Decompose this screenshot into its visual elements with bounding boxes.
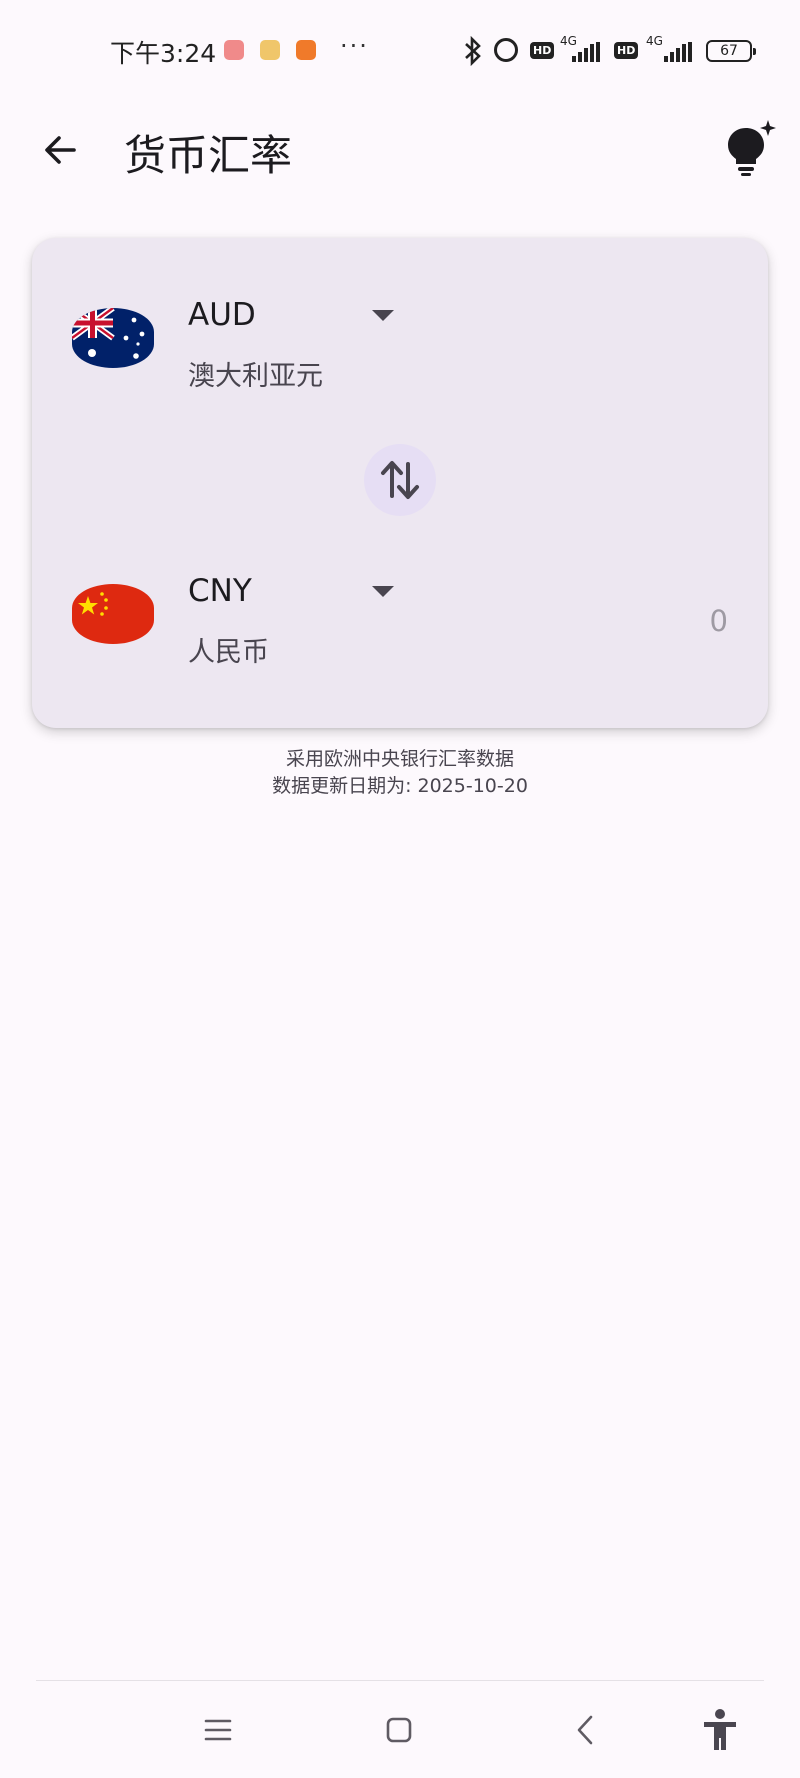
- alarm-icon: [494, 38, 518, 62]
- square-icon: [386, 1717, 412, 1743]
- swap-currencies-button[interactable]: [364, 444, 436, 516]
- tiktok-notification-icon: [224, 40, 244, 60]
- converter-card: AUD 澳大利亚元 CNY 人民币 0: [32, 238, 768, 728]
- battery-icon: 67: [706, 40, 756, 62]
- australia-flag-icon: [72, 308, 154, 368]
- chevron-left-icon: [577, 1715, 593, 1745]
- signal-icon: [664, 42, 692, 62]
- from-currency-select[interactable]: AUD: [188, 288, 428, 342]
- app-notification-icon: [260, 40, 280, 60]
- page-title: 货币汇率: [124, 131, 293, 180]
- home-button[interactable]: [369, 1700, 429, 1760]
- accessibility-icon: [704, 1709, 736, 1750]
- data-update-date-line: 数据更新日期为: 2025-10-20: [272, 775, 528, 797]
- to-currency-name: 人民币: [188, 637, 269, 668]
- app-bar: 货币汇率: [0, 104, 800, 208]
- recent-apps-button[interactable]: [188, 1700, 248, 1760]
- back-button[interactable]: [34, 124, 86, 176]
- to-currency-code: CNY: [188, 573, 252, 609]
- data-source-note: 采用欧洲中央银行汇率数据 数据更新日期为: 2025-10-20: [0, 746, 800, 800]
- signal-icon: [572, 42, 600, 62]
- theme-toggle-button[interactable]: [718, 118, 778, 178]
- network-type-label: 4G: [646, 34, 663, 48]
- from-currency-name: 澳大利亚元: [188, 361, 323, 392]
- data-source-line: 采用欧洲中央银行汇率数据: [285, 748, 514, 770]
- lightbulb-sparkle-icon: [728, 120, 776, 176]
- arrow-left-icon: [45, 136, 76, 164]
- from-currency-code: AUD: [188, 297, 256, 333]
- to-amount-result: 0: [709, 604, 728, 638]
- accessibility-button[interactable]: [690, 1700, 750, 1760]
- from-currency-row: AUD 澳大利亚元: [32, 278, 768, 418]
- hd-icon: HD: [614, 42, 639, 59]
- nav-divider: [36, 1680, 764, 1681]
- taobao-notification-icon: [296, 40, 316, 60]
- swap-vertical-icon: [381, 461, 419, 499]
- dropdown-caret-icon: [372, 586, 394, 597]
- dropdown-caret-icon: [372, 310, 394, 321]
- more-notifications-icon: ···: [340, 32, 369, 60]
- system-back-button[interactable]: [555, 1700, 615, 1760]
- to-currency-row: CNY 人民币 0: [32, 554, 768, 694]
- to-currency-select[interactable]: CNY: [188, 564, 428, 618]
- status-bar: 下午3:24 ··· HD 4G HD 4G 67: [0, 0, 800, 104]
- china-flag-icon: [72, 584, 154, 644]
- bluetooth-icon: [462, 35, 484, 67]
- menu-icon: [204, 1719, 232, 1741]
- hd-icon: HD: [530, 42, 555, 59]
- status-time: 下午3:24: [110, 39, 217, 68]
